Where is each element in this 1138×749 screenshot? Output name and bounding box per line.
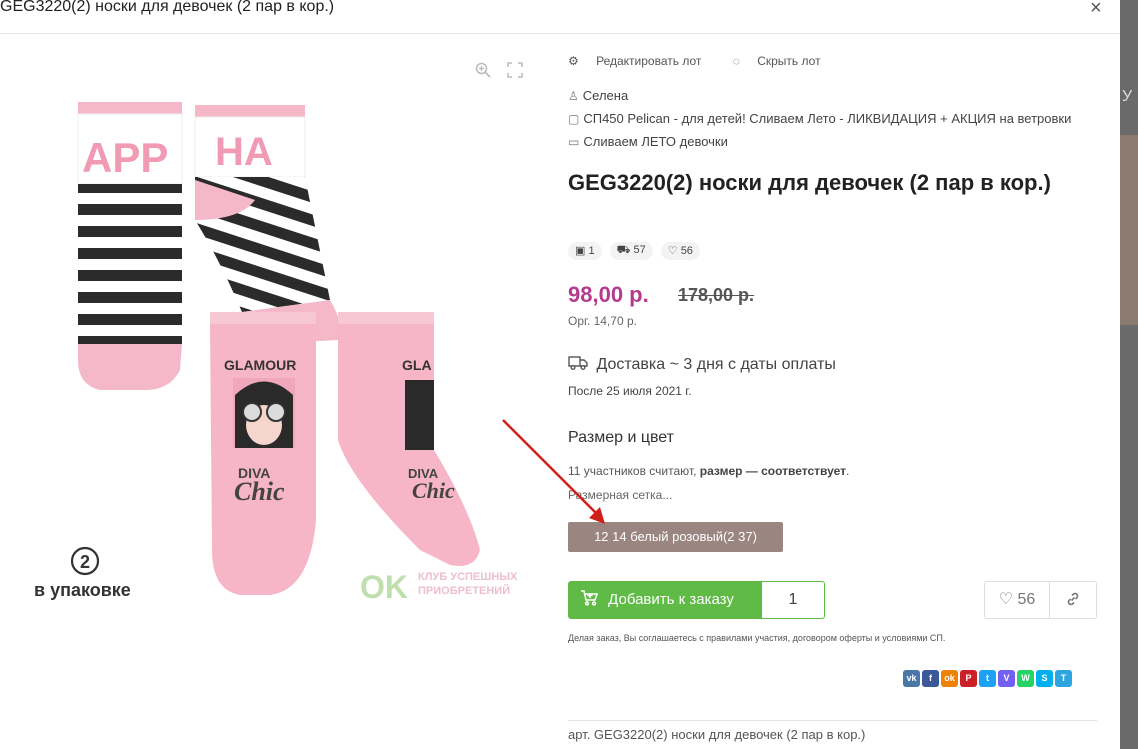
social-share-bar: vk f ok Pt V W S T (903, 670, 1072, 687)
sock-pink-front: GLAMOUR DIVA Chic (210, 312, 316, 595)
hide-lot-link[interactable]: ◌ Скрыть лот (733, 54, 835, 68)
delivery-date: После 25 июля 2021 г. (568, 384, 692, 398)
copy-link-button[interactable] (1049, 581, 1097, 619)
order-terms: Делая заказ, Вы соглашаетесь с правилами… (568, 633, 946, 643)
divider (568, 720, 1097, 721)
link-icon (1067, 592, 1079, 606)
sock-pink-side: GLA DIVA Chic (338, 312, 480, 566)
truck-icon (568, 356, 596, 373)
eye-slash-icon: ◌ (732, 54, 740, 68)
photo-count-badge: ▣ 1 (568, 242, 602, 260)
sock-right-striped: HA (194, 105, 341, 342)
org-fee: Орг. 14,70 р. (568, 314, 637, 328)
pack-caption: в упаковке (34, 580, 131, 600)
orders-count-badge: ⛟ 57 (609, 242, 653, 260)
skype-share-icon[interactable]: S (1036, 670, 1053, 687)
product-modal: GEG3220(2) носки для девочек (2 пар в ко… (0, 0, 1120, 749)
vk-share-icon[interactable]: vk (903, 670, 920, 687)
purchase-link[interactable]: ▢ СП450 Pelican - для детей! Сливаем Лето… (568, 111, 1071, 126)
socks-illustration: APP HA GLAMOUR DIVA Chic GLA DIVA Chic 2… (34, 102, 518, 605)
cart-plus-icon (580, 590, 602, 608)
facebook-share-icon[interactable]: f (922, 670, 939, 687)
sock-text-chic: Chic (234, 477, 285, 506)
watermark: OK КЛУБ УСПЕШНЫХ ПРИОБРЕТЕНИЙ (360, 569, 518, 605)
viber-share-icon[interactable]: V (998, 670, 1015, 687)
product-title: GEG3220(2) носки для девочек (2 пар в ко… (568, 170, 1051, 195)
heart-icon: ♡ (667, 245, 678, 257)
add-to-order-button[interactable]: Добавить к заказу (568, 581, 763, 619)
cart-icon: ⛟ (616, 244, 631, 256)
sock-text-glamour: GLAMOUR (224, 357, 296, 373)
image-icon: ▣ (575, 245, 586, 257)
user-icon: ♙ (568, 89, 579, 103)
sock-text-app: APP (82, 134, 168, 181)
category-link[interactable]: ▭ Сливаем ЛЕТО девочки (568, 134, 728, 149)
lot-actions: ⚙ Редактировать лот ◌ Скрыть лот (568, 54, 849, 68)
price: 98,00 р. (568, 282, 649, 307)
modal-title: GEG3220(2) носки для девочек (2 пар в ко… (0, 0, 335, 15)
odnoklassniki-share-icon[interactable]: ok (941, 670, 958, 687)
background-overlay: У (1120, 0, 1138, 749)
product-image[interactable]: APP HA GLAMOUR DIVA Chic GLA DIVA Chic 2… (20, 50, 540, 610)
watermark-line2: ПРИОБРЕТЕНИЙ (418, 584, 510, 597)
sock-left-striped: APP (77, 102, 183, 390)
sock-text-gla: GLA (402, 357, 432, 373)
telegram-share-icon[interactable]: T (1055, 670, 1072, 687)
modal-header: GEG3220(2) носки для девочек (2 пар в ко… (0, 0, 1120, 34)
old-price: 178,00 р. (678, 285, 755, 305)
sock-text-chic-2: Chic (412, 478, 455, 503)
gear-icon: ⚙ (568, 54, 579, 68)
close-button[interactable]: × (1090, 0, 1102, 20)
watermark-line1: КЛУБ УСПЕШНЫХ (418, 571, 518, 583)
folder-icon: ▭ (568, 135, 580, 149)
pinterest-share-icon[interactable]: P (960, 670, 977, 687)
background-text: У (1122, 88, 1133, 105)
annotation-arrow (502, 419, 605, 524)
sock-text-ha: HA (215, 130, 273, 174)
background-image (1120, 135, 1138, 325)
bag-icon: ▢ (568, 112, 580, 126)
favorite-button[interactable]: ♡ 56 (984, 581, 1050, 619)
quantity-input[interactable]: 1 (762, 581, 825, 619)
likes-count-badge: ♡ 56 (660, 242, 700, 260)
heart-icon: ♡ (998, 591, 1014, 608)
pack-badge: 2 в упаковке (34, 546, 131, 600)
watermark-logo: OK (360, 569, 408, 605)
whatsapp-share-icon[interactable]: W (1017, 670, 1034, 687)
article-number: арт. GEG3220(2) носки для девочек (2 пар… (568, 727, 866, 742)
delivery-info: Доставка ~ 3 дня с даты оплаты (568, 356, 836, 374)
twitter-share-icon[interactable]: t (979, 670, 996, 687)
product-stats: ▣ 1 ⛟ 57 ♡ 56 (568, 242, 700, 260)
organizer-link[interactable]: ♙ Селена (568, 88, 628, 103)
pack-number: 2 (80, 552, 90, 572)
edit-lot-link[interactable]: ⚙ Редактировать лот (568, 54, 715, 68)
